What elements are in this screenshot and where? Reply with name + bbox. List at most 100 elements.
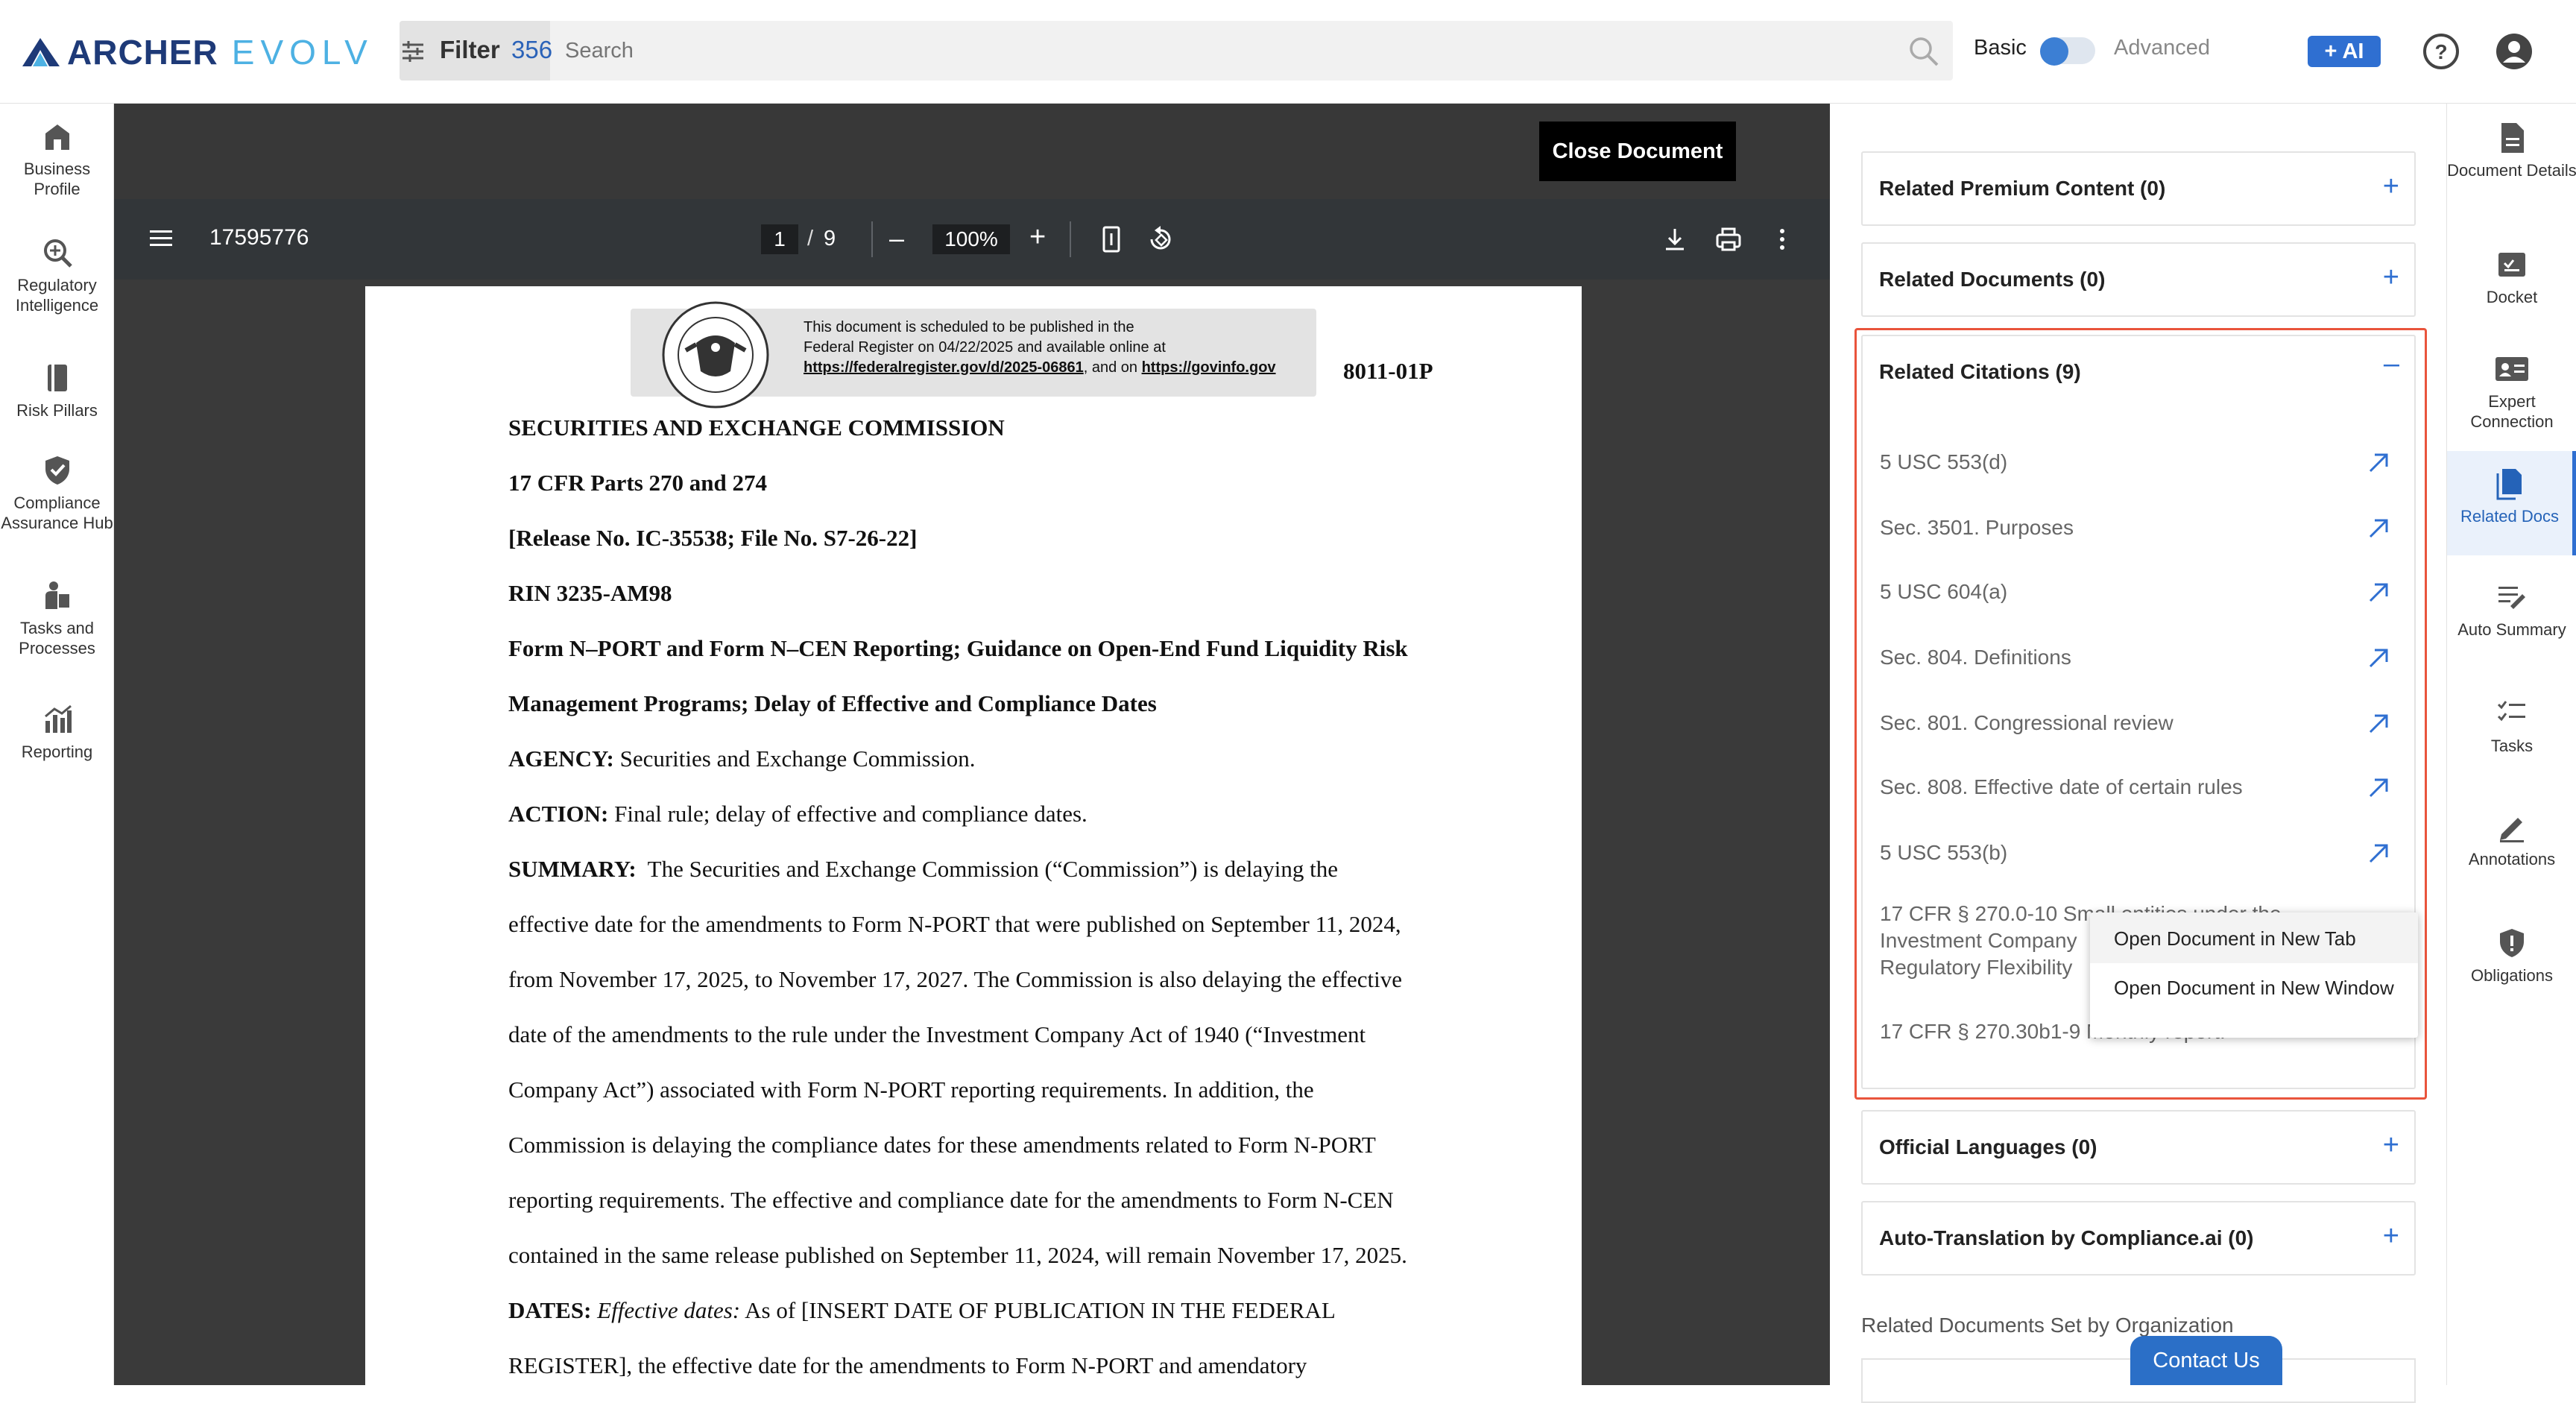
nav-risk-pillars[interactable]: Risk Pillars: [0, 362, 114, 420]
rotate-icon[interactable]: [1146, 224, 1175, 254]
nav-tasks-and-processes[interactable]: Tasks and Processes: [0, 579, 114, 658]
dates-italic: Effective dates:: [591, 1297, 741, 1323]
nav-label: Regulatory Intelligence: [15, 276, 99, 315]
doc-summary-line-2: effective date for the amendments to For…: [508, 911, 1401, 937]
expand-plus-icon[interactable]: +: [2383, 1129, 2399, 1161]
mode-advanced-label: Advanced: [2114, 36, 2210, 60]
close-document-button[interactable]: Close Document: [1539, 122, 1736, 181]
doc-summary-line-6: Commission is delaying the compliance da…: [508, 1132, 1376, 1158]
govinfo-link[interactable]: https://govinfo.gov: [1142, 359, 1276, 376]
stamp-mid: , and on: [1083, 359, 1142, 376]
rnav-label: Annotations: [2468, 850, 2556, 868]
agency-label: AGENCY:: [508, 745, 614, 772]
stamp-line-2: Federal Register on 04/22/2025 and avail…: [804, 339, 1166, 356]
doc-summary-line-4: date of the amendments to the rule under…: [508, 1021, 1366, 1047]
shield-alert-icon: [2500, 929, 2524, 957]
contact-us-button[interactable]: Contact Us: [2130, 1336, 2282, 1385]
nav-label: Risk Pillars: [16, 401, 98, 420]
filter-sliders-icon: [402, 41, 423, 62]
page-number-input[interactable]: 1: [761, 224, 798, 254]
pdf-file-name: 17595776: [209, 225, 309, 250]
toolbar-divider: [871, 221, 873, 257]
open-in-new-tab-item[interactable]: Open Document in New Tab: [2114, 927, 2356, 950]
menu-icon[interactable]: [148, 227, 174, 250]
action-label: ACTION:: [508, 801, 609, 827]
doc-rin: RIN 3235-AM98: [508, 580, 672, 606]
nav-label: Business Profile: [23, 160, 91, 198]
checklist-icon: [2497, 701, 2525, 722]
agency-text: Securities and Exchange Commission.: [613, 745, 976, 772]
card-title: Related Premium Content (0): [1879, 177, 2166, 200]
open-in-new-window-item[interactable]: Open Document in New Window: [2114, 977, 2394, 1000]
nav-compliance-assurance-hub[interactable]: Compliance Assurance Hub: [0, 454, 114, 533]
related-documents-card[interactable]: Related Documents (0) +: [1861, 242, 2416, 317]
rnav-label: Obligations: [2470, 966, 2554, 985]
action-text: Final rule; delay of effective and compl…: [608, 801, 1087, 827]
doc-action-line: ACTION: Final rule; delay of effective a…: [508, 801, 1087, 827]
search-plus-icon: [43, 239, 72, 268]
id-card-icon: [2496, 357, 2528, 381]
user-avatar-icon[interactable]: [2494, 31, 2534, 72]
card-title: Auto-Translation by Compliance.ai (0): [1879, 1226, 2254, 1249]
doc-agency-line: AGENCY: Securities and Exchange Commissi…: [508, 745, 976, 772]
rnav-label: Expert Connection: [2470, 392, 2554, 431]
search-icon[interactable]: [1907, 34, 1941, 69]
ai-button[interactable]: + AI: [2308, 36, 2381, 67]
doc-title-line-2: Management Programs; Delay of Effective …: [508, 690, 1157, 716]
archer-evolv-logo[interactable]: ARCHER EVOLV: [22, 31, 373, 73]
document-icon: [2501, 123, 2524, 153]
nav-regulatory-intelligence[interactable]: Regulatory Intelligence: [0, 236, 114, 315]
expand-plus-icon[interactable]: +: [2383, 262, 2399, 294]
dates-text: As of [INSERT DATE OF PUBLICATION IN THE…: [740, 1297, 1336, 1323]
filter-button[interactable]: Filter 356: [400, 21, 552, 81]
rnav-related-docs[interactable]: Related Docs: [2447, 451, 2576, 555]
fit-page-icon[interactable]: [1096, 224, 1126, 254]
rnav-obligations[interactable]: Obligations: [2447, 927, 2576, 986]
logo-text: ARCHER: [67, 33, 218, 72]
pdf-page: [365, 286, 1582, 1385]
rnav-annotations[interactable]: Annotations: [2447, 810, 2576, 869]
viewer-header: Close Document: [114, 104, 1830, 199]
federal-register-link[interactable]: https://federalregister.gov/d/2025-06861: [804, 359, 1084, 376]
zoom-in-button[interactable]: +: [1029, 221, 1046, 253]
zoom-out-button[interactable]: –: [889, 223, 904, 254]
expand-plus-icon[interactable]: +: [2383, 171, 2399, 203]
expand-plus-icon[interactable]: +: [2383, 1220, 2399, 1252]
context-menu: Open Document in New Tab Open Document i…: [2090, 912, 2418, 1038]
mode-basic-label: Basic: [1974, 36, 2027, 60]
book-icon: [47, 365, 67, 391]
rnav-label: Related Docs: [2460, 507, 2560, 526]
nav-reporting[interactable]: Reporting: [0, 703, 114, 762]
toolbar-divider: [1070, 221, 1071, 257]
nav-business-profile[interactable]: Business Profile: [0, 120, 114, 199]
rnav-tasks[interactable]: Tasks: [2447, 697, 2576, 756]
summary-text: The Securities and Exchange Commission (…: [636, 856, 1339, 882]
rnav-expert-connection[interactable]: Expert Connection: [2447, 353, 2576, 432]
files-icon: [2496, 469, 2522, 500]
help-icon[interactable]: ?: [2421, 31, 2461, 72]
tasks-icon: [45, 581, 69, 609]
print-icon[interactable]: [1714, 224, 1743, 254]
rnav-auto-summary[interactable]: Auto Summary: [2447, 581, 2576, 640]
building-icon: [45, 124, 69, 150]
logo-subtext: EVOLV: [231, 33, 373, 72]
rnav-docket[interactable]: Docket: [2447, 248, 2576, 307]
download-icon[interactable]: [1660, 224, 1690, 254]
rnav-document-details[interactable]: Document Details: [2447, 122, 2576, 180]
top-bar: ARCHER EVOLV Filter 356 Basic Advanced +…: [0, 0, 2576, 104]
more-options-icon[interactable]: [1767, 224, 1797, 254]
zoom-level-input[interactable]: 100%: [932, 224, 1010, 254]
related-set-by-org-heading: Related Documents Set by Organization: [1861, 1314, 2234, 1337]
toggle-knob: [2040, 37, 2068, 66]
doc-summary-line-3: from November 17, 2025, to November 17, …: [508, 966, 1403, 992]
archer-logo-icon: [22, 38, 60, 66]
dates-label: DATES:: [508, 1297, 592, 1323]
auto-translation-card[interactable]: Auto-Translation by Compliance.ai (0) +: [1861, 1201, 2416, 1276]
search-bar: Filter 356: [400, 21, 1953, 81]
doc-summary-line-5: Company Act”) associated with Form N-POR…: [508, 1076, 1314, 1103]
stamp-line-3: https://federalregister.gov/d/2025-06861…: [804, 358, 1310, 378]
search-input[interactable]: [565, 34, 1832, 67]
basic-advanced-toggle[interactable]: [2040, 37, 2095, 66]
related-premium-card[interactable]: Related Premium Content (0) +: [1861, 151, 2416, 226]
official-languages-card[interactable]: Official Languages (0) +: [1861, 1110, 2416, 1185]
